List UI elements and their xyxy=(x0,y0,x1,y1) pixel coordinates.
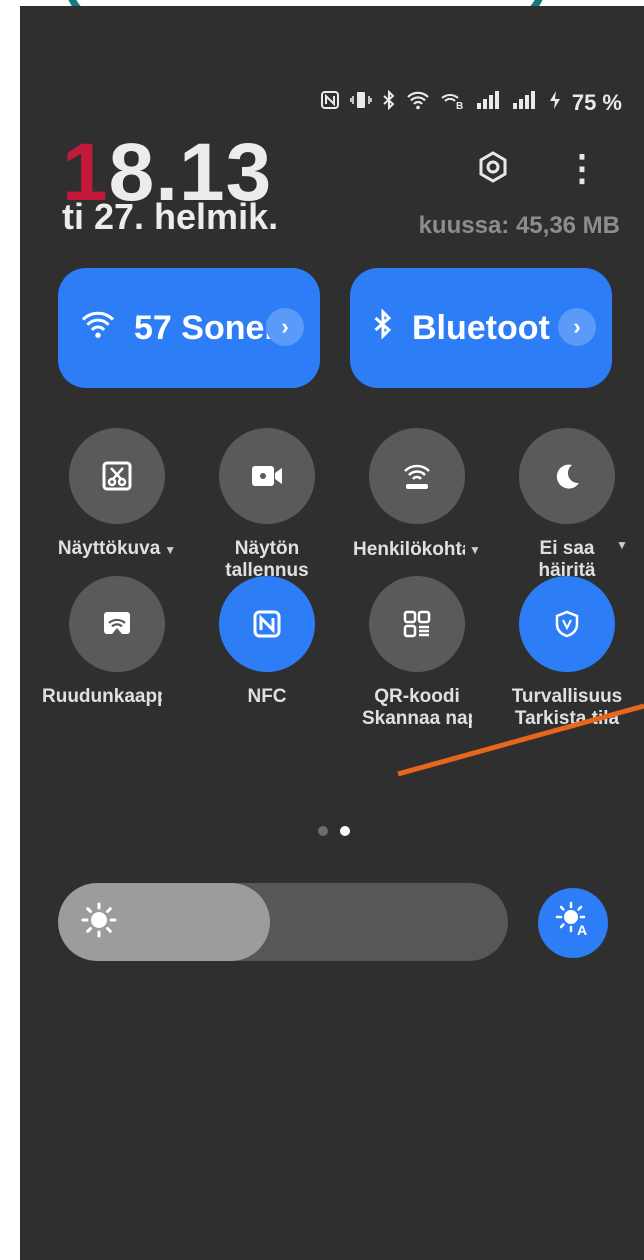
annotation-arrow xyxy=(397,703,644,777)
